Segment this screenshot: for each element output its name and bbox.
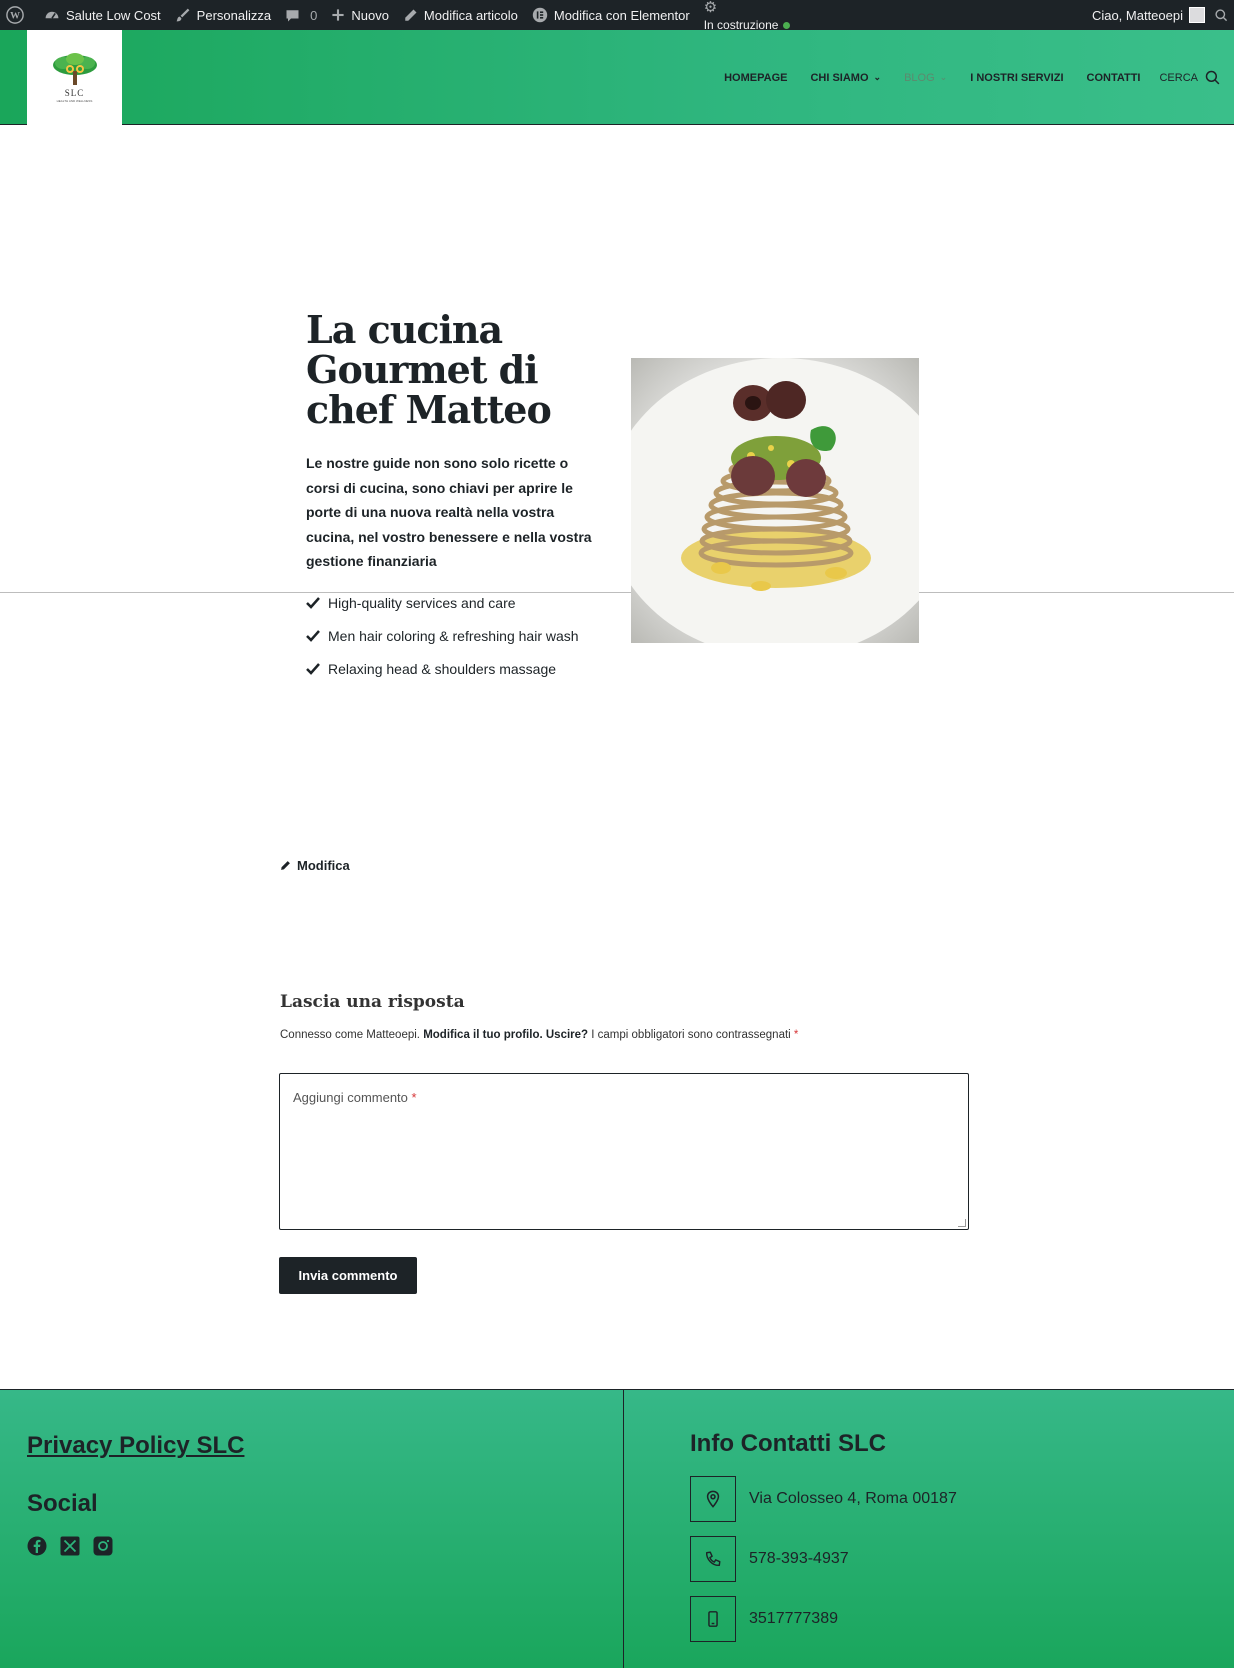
contact-address: Via Colosseo 4, Roma 00187 (690, 1476, 957, 1522)
gear-icon: ⚙ (703, 0, 718, 16)
mobile-icon (690, 1596, 736, 1642)
list-item: High-quality services and care (306, 591, 596, 615)
tree-logo-icon (52, 52, 97, 85)
comment-placeholder: Aggiungi commento (293, 1090, 408, 1105)
wordpress-logo-icon[interactable]: W (0, 0, 37, 30)
check-icon (306, 597, 321, 609)
comment-icon (286, 9, 299, 21)
contact-phone: 578-393-4937 (690, 1536, 849, 1582)
edit-elementor-link[interactable]: Modifica con Elementor (525, 0, 697, 30)
comment-textarea[interactable]: Aggiungi commento * (279, 1073, 969, 1230)
nav-label: CONTATTI (1086, 71, 1141, 84)
list-item-label: High-quality services and care (328, 595, 516, 611)
dashboard-icon (45, 11, 59, 19)
social-icons (27, 1536, 126, 1556)
feature-list: High-quality services and care Men hair … (306, 591, 596, 690)
comments-count: 0 (310, 7, 318, 23)
status-dot (783, 21, 791, 29)
reply-title: Lascia una risposta (280, 992, 465, 1012)
search-icon (1215, 9, 1228, 22)
nav-item-contatti[interactable]: CONTATTI (1087, 72, 1141, 84)
hero-description: Le nostre guide non sono solo ricette o … (306, 455, 592, 569)
dish-photo (631, 358, 919, 643)
nav-label: HOMEPAGE (724, 71, 788, 84)
avatar (1189, 7, 1205, 23)
elementor-icon (532, 7, 548, 23)
footer-divider (623, 1390, 624, 1668)
plus-icon (332, 9, 344, 21)
list-item-label: Men hair coloring & refreshing hair wash (328, 628, 579, 644)
admin-search-button[interactable] (1212, 0, 1234, 30)
address-text: Via Colosseo 4, Roma 00187 (749, 1490, 957, 1507)
logged-in-notice: Connesso come Matteoepi. Modifica il tuo… (280, 1029, 798, 1041)
page-title: La cucina Gourmet di chef Matteo (306, 307, 552, 432)
main-navigation: HOMEPAGE CHI SIAMO ⌄ BLOG ⌄ I NOSTRI SERVI… (701, 30, 1220, 125)
x-twitter-icon[interactable] (60, 1536, 80, 1556)
contacts-heading: Info Contatti SLC (690, 1430, 886, 1457)
nav-item-servizi[interactable]: I NOSTRI SERVIZI (970, 72, 1063, 84)
contact-mobile: 3517777389 (690, 1596, 838, 1642)
map-pin-icon (690, 1476, 736, 1522)
search-icon (1205, 70, 1220, 85)
required-mark: * (411, 1090, 417, 1105)
chevron-down-icon: ⌄ (873, 72, 882, 82)
logo-text: SLC (64, 87, 85, 98)
greeting-label: Ciao, Matteoepi (1091, 7, 1183, 23)
pencil-icon (405, 9, 417, 21)
logged-in-as: Connesso come Matteoepi. (280, 1029, 420, 1041)
nav-item-homepage[interactable]: HOMEPAGE (724, 72, 787, 84)
nav-label: BLOG (904, 71, 935, 84)
search-label: CERCA (1159, 71, 1198, 84)
new-content-link[interactable]: Nuovo (324, 0, 396, 30)
new-label: Nuovo (351, 7, 389, 23)
pencil-icon (281, 861, 290, 870)
divider-line (0, 592, 1234, 593)
list-item-label: Relaxing head & shoulders massage (328, 661, 557, 677)
site-name-link[interactable]: Salute Low Cost (37, 0, 168, 30)
admin-bar: W Salute Low Cost Personalizza 0 Nuovo M… (0, 0, 1234, 31)
phone-icon (690, 1536, 736, 1582)
mobile-text: 3517777389 (749, 1610, 838, 1627)
site-logo[interactable]: SLC HEALTH AND WELLNESS (27, 30, 122, 125)
required-mark: * (793, 1029, 799, 1041)
nav-label: I NOSTRI SERVIZI (970, 71, 1064, 84)
nav-item-blog[interactable]: BLOG ⌄ (904, 72, 947, 84)
maintenance-status[interactable]: ⚙ In costruzione (697, 0, 798, 31)
phone-text: 578-393-4937 (749, 1550, 849, 1567)
list-item: Relaxing head & shoulders massage (306, 657, 596, 681)
edit-post-label: Modifica articolo (423, 7, 518, 23)
comments-link[interactable]: 0 (278, 0, 324, 30)
social-heading: Social (27, 1490, 98, 1517)
required-note: I campi obbligatori sono contrassegnati (591, 1029, 791, 1041)
site-header: SLC HEALTH AND WELLNESS HOMEPAGE CHI SIA… (0, 30, 1234, 125)
nav-item-chi-siamo[interactable]: CHI SIAMO ⌄ (810, 72, 881, 84)
brush-icon (176, 8, 190, 22)
privacy-policy-link[interactable]: Privacy Policy SLC (27, 1432, 244, 1460)
logout-link[interactable]: Uscire? (546, 1029, 588, 1041)
check-icon (306, 663, 321, 675)
edit-post-link[interactable]: Modifica articolo (396, 0, 525, 30)
svg-text:W: W (10, 11, 20, 22)
resize-handle-icon[interactable] (958, 1219, 966, 1227)
logo-subtext: HEALTH AND WELLNESS (56, 98, 93, 103)
edit-label: Modifica (297, 858, 350, 873)
site-footer: Privacy Policy SLC Social Info Contatti … (0, 1389, 1234, 1668)
instagram-icon[interactable] (93, 1536, 113, 1556)
chevron-down-icon: ⌄ (939, 72, 948, 82)
edit-profile-link[interactable]: Modifica il tuo profilo. (423, 1029, 542, 1041)
header-search-button[interactable]: CERCA (1159, 70, 1220, 85)
facebook-icon[interactable] (27, 1536, 47, 1556)
edit-elementor-label: Modifica con Elementor (553, 7, 690, 23)
check-icon (306, 630, 321, 642)
list-item: Men hair coloring & refreshing hair wash (306, 624, 596, 648)
edit-post-link[interactable]: Modifica (280, 858, 350, 873)
customize-label: Personalizza (196, 7, 272, 23)
site-name-label: Salute Low Cost (66, 7, 161, 23)
my-account-link[interactable]: Ciao, Matteoepi (1085, 0, 1212, 30)
customize-link[interactable]: Personalizza (168, 0, 278, 30)
submit-comment-button[interactable]: Invia commento (279, 1257, 417, 1294)
nav-label: CHI SIAMO (810, 71, 869, 84)
